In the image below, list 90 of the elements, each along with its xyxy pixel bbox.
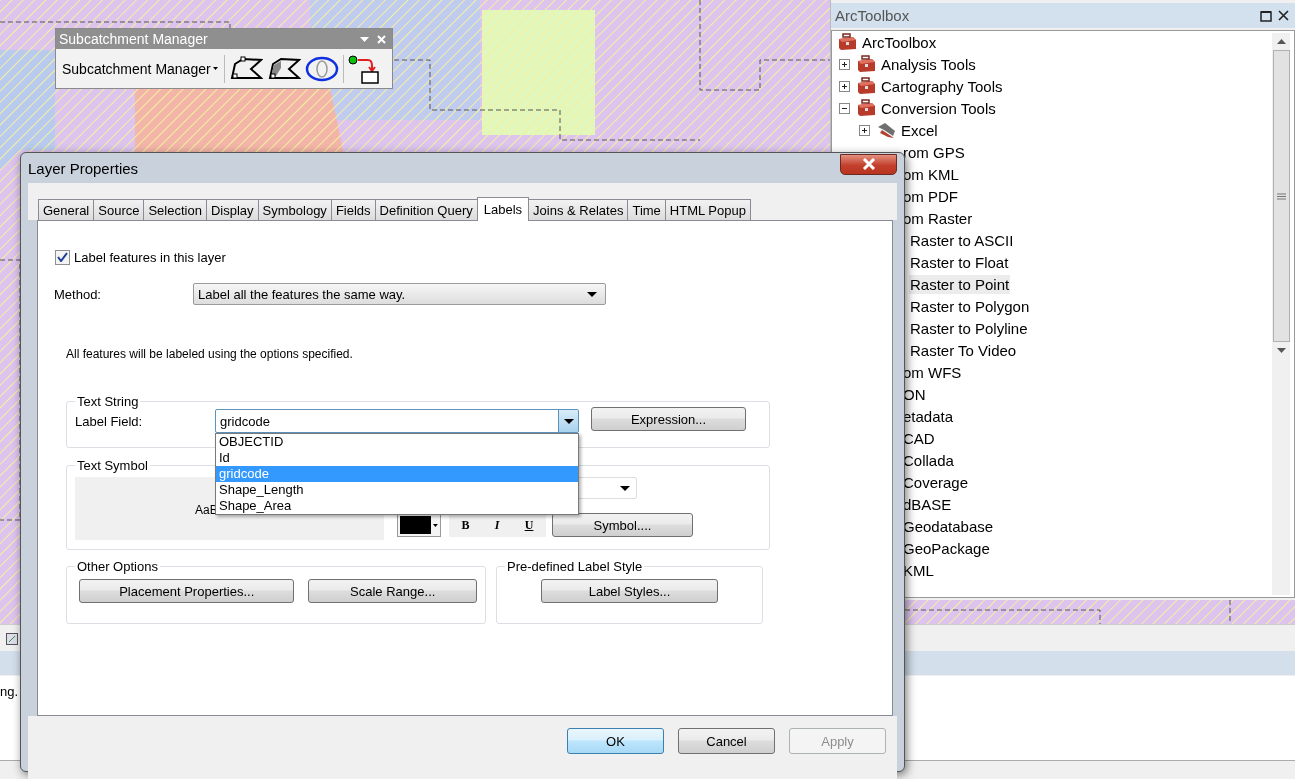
close-icon[interactable] bbox=[1278, 10, 1289, 21]
label-field-dropdown[interactable]: gridcode bbox=[215, 409, 579, 433]
options-button[interactable]: Scale Range... bbox=[308, 579, 477, 603]
style-button[interactable]: B bbox=[459, 517, 472, 533]
checkbox[interactable] bbox=[55, 249, 70, 265]
group-label: Text String bbox=[76, 394, 140, 409]
point-to-box-icon[interactable] bbox=[347, 53, 380, 84]
tree-item[interactable]: Excel bbox=[900, 120, 939, 140]
style-button[interactable]: U bbox=[522, 517, 536, 533]
close-icon bbox=[861, 158, 876, 170]
tree-item[interactable]: Raster to Float bbox=[909, 252, 1010, 272]
collapse-icon[interactable] bbox=[839, 102, 850, 114]
description-text: All features will be labeled using the options specified. bbox=[66, 347, 354, 362]
tree-item[interactable]: etadata bbox=[902, 406, 955, 426]
tree-item[interactable]: Analysis Tools bbox=[880, 54, 977, 74]
group-label: Other Options bbox=[76, 559, 159, 574]
caret-icon bbox=[433, 523, 438, 527]
tab[interactable]: Time bbox=[627, 199, 666, 220]
toolbox-icon bbox=[856, 99, 876, 117]
panel-title: ArcToolbox bbox=[835, 7, 910, 24]
dropdown-option[interactable]: Shape_Area bbox=[216, 498, 578, 514]
check-icon bbox=[57, 252, 68, 262]
tab[interactable]: Labels bbox=[476, 197, 530, 221]
scrollbar[interactable] bbox=[1272, 33, 1290, 595]
style-button[interactable]: I bbox=[492, 517, 502, 533]
window-title: Subcatchment Manager bbox=[59, 31, 208, 47]
color-picker[interactable] bbox=[397, 513, 441, 537]
tree-item[interactable]: Raster to Polyline bbox=[909, 318, 1029, 338]
caret-icon bbox=[587, 291, 597, 297]
ellipse-icon[interactable] bbox=[304, 55, 339, 82]
field-label: Label Field: bbox=[75, 413, 144, 429]
options-button[interactable]: Placement Properties... bbox=[79, 579, 295, 603]
tab[interactable]: Display bbox=[205, 199, 259, 220]
scroll-down-icon[interactable] bbox=[1276, 348, 1286, 353]
maximize-icon[interactable] bbox=[1260, 9, 1272, 22]
symbol-button[interactable]: Symbol.... bbox=[552, 513, 693, 537]
caret-icon[interactable] bbox=[360, 36, 369, 42]
dropdown-option[interactable]: OBJECTID bbox=[216, 434, 578, 450]
scroll-thumb[interactable] bbox=[1272, 50, 1290, 342]
field-label: Method: bbox=[54, 286, 102, 302]
caret-icon bbox=[563, 418, 574, 424]
toolbox-icon bbox=[856, 55, 876, 73]
tab[interactable]: Fields bbox=[330, 199, 376, 220]
dialog-button[interactable]: Cancel bbox=[678, 728, 775, 754]
window-title: Layer Properties bbox=[28, 159, 139, 177]
dropdown-option[interactable]: Shape_Length bbox=[216, 482, 578, 498]
dropdown-option[interactable]: Id bbox=[216, 450, 578, 466]
tab[interactable]: Joins & Relates bbox=[528, 199, 629, 220]
dialog-button[interactable]: OK bbox=[567, 728, 664, 754]
method-dropdown[interactable]: Label all the features the same way. bbox=[193, 283, 606, 305]
expression-button[interactable]: Expression... bbox=[591, 407, 746, 431]
tree-item[interactable]: Collada bbox=[902, 450, 955, 470]
tab[interactable]: HTML Popup bbox=[664, 199, 751, 220]
expand-icon[interactable] bbox=[839, 80, 850, 92]
tree-item[interactable]: rom GPS bbox=[902, 142, 966, 162]
tab[interactable]: Definition Query bbox=[374, 199, 478, 220]
tree-item[interactable]: dBASE bbox=[902, 494, 953, 514]
tab[interactable]: Source bbox=[93, 199, 145, 220]
tree-item[interactable]: Geodatabase bbox=[902, 516, 995, 536]
tools-icon bbox=[876, 121, 896, 139]
group-label: Text Symbol bbox=[76, 458, 149, 473]
scroll-up-icon[interactable] bbox=[1276, 39, 1286, 44]
tab[interactable]: Selection bbox=[143, 199, 207, 220]
polygon-icon[interactable] bbox=[266, 55, 301, 82]
tree-item[interactable]: Raster to Point bbox=[909, 274, 1011, 294]
polygon-icon[interactable] bbox=[228, 55, 263, 82]
toolbox-icon bbox=[856, 77, 876, 95]
expand-icon[interactable] bbox=[859, 124, 870, 136]
tree-item[interactable]: ArcToolbox bbox=[861, 32, 938, 52]
expand-icon[interactable] bbox=[839, 58, 850, 70]
checkbox-label: Label features in this layer bbox=[74, 249, 226, 265]
caret-icon bbox=[212, 67, 218, 70]
label-styles-button[interactable]: Label Styles... bbox=[541, 579, 718, 603]
grip-icon bbox=[1276, 192, 1286, 200]
tree-item[interactable]: GeoPackage bbox=[902, 538, 991, 558]
group-label: Pre-defined Label Style bbox=[506, 559, 644, 574]
status-text: ng. bbox=[0, 684, 19, 699]
tab[interactable]: General bbox=[38, 199, 95, 220]
tab[interactable]: Symbology bbox=[257, 199, 332, 220]
caret-icon bbox=[620, 485, 630, 491]
toolbox-folder-icon bbox=[837, 33, 857, 51]
close-button[interactable] bbox=[840, 153, 897, 175]
grid-icon[interactable] bbox=[6, 633, 18, 645]
tree-item[interactable]: Conversion Tools bbox=[880, 98, 997, 118]
tree-item[interactable]: Cartography Tools bbox=[880, 76, 1004, 96]
tree-item[interactable]: Raster To Video bbox=[909, 340, 1018, 360]
toolbar-menu[interactable]: Subcatchment Manager bbox=[60, 60, 220, 77]
tree-item[interactable]: Coverage bbox=[902, 472, 970, 492]
tree-item[interactable]: Raster to ASCII bbox=[909, 230, 1015, 250]
tree-item[interactable]: Raster to Polygon bbox=[909, 296, 1031, 316]
